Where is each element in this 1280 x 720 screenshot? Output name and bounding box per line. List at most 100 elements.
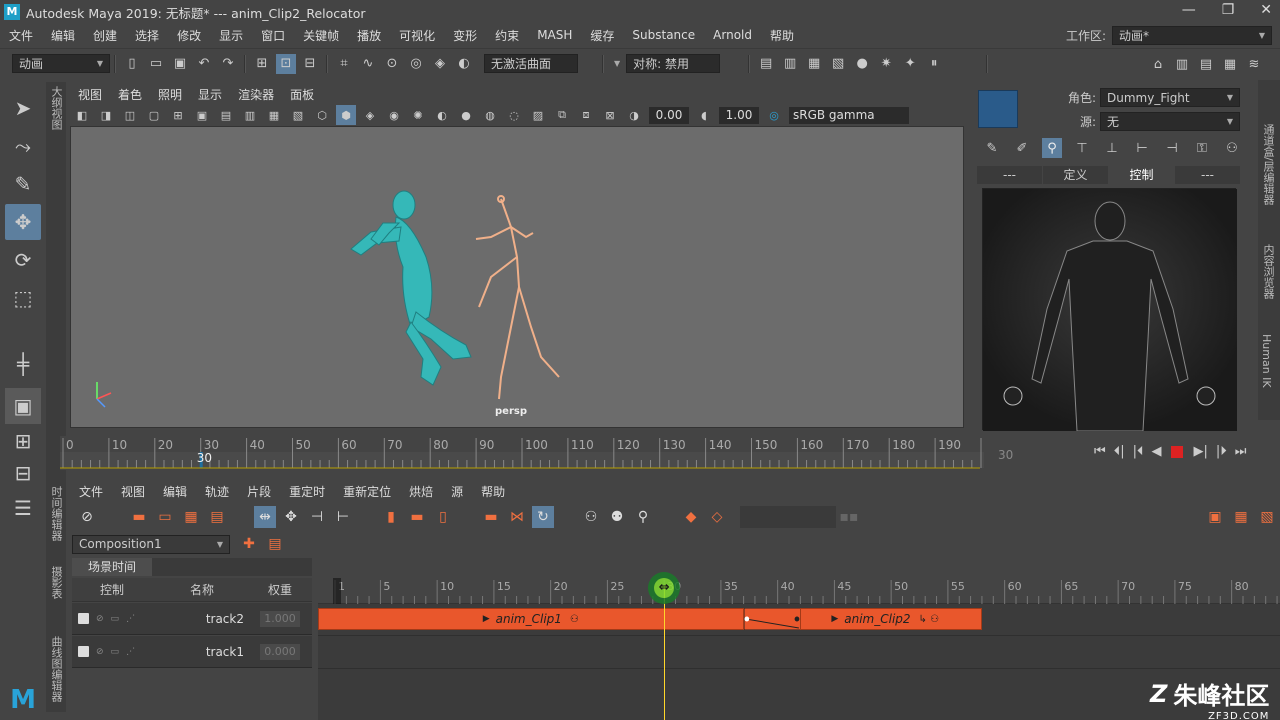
ao-icon[interactable]: ● xyxy=(456,105,476,125)
menu-visualize[interactable]: 可视化 xyxy=(390,27,444,44)
mute-icon[interactable]: ⊘ xyxy=(96,614,104,624)
four-pane-layout-icon[interactable]: ⊞ xyxy=(5,426,41,456)
render-settings-icon[interactable]: ▧ xyxy=(828,54,848,74)
close-button[interactable]: ✕ xyxy=(1260,2,1272,18)
composition-dropdown[interactable]: Composition1 ▼ xyxy=(72,534,230,554)
track-row[interactable]: ⊘ ▭ ⋰ track2 1.000 xyxy=(72,603,312,635)
arnold-ipr-icon[interactable]: ✦ xyxy=(900,54,920,74)
select-object-icon[interactable]: ⊡ xyxy=(276,53,296,74)
textured-icon[interactable]: ◉ xyxy=(384,105,404,125)
menu-key[interactable]: 关键帧 xyxy=(294,27,348,44)
menu-help[interactable]: 帮助 xyxy=(761,27,803,44)
hik-edit-icon[interactable]: ✐ xyxy=(1012,138,1032,158)
color-management-icon[interactable]: ◎ xyxy=(764,105,784,125)
snap-point-icon[interactable]: ⊙ xyxy=(382,54,402,74)
exposure-icon[interactable]: ◑ xyxy=(624,105,644,125)
trim-start-icon[interactable]: ⊣ xyxy=(306,506,328,528)
symmetry-dropdown[interactable]: 对称: 禁用 xyxy=(626,54,721,73)
hik-tab-controls[interactable]: 控制 xyxy=(1109,166,1174,184)
gamma-field[interactable]: 1.00 xyxy=(719,106,759,124)
arnold-render-icon[interactable]: ✷ xyxy=(876,54,896,74)
create-clip-icon[interactable]: ▬ xyxy=(128,506,150,528)
select-tool-icon[interactable]: ➤ xyxy=(5,90,41,126)
group-icon[interactable]: ▦ xyxy=(180,506,202,528)
lasso-tool-icon[interactable]: ⤳ xyxy=(5,128,41,164)
select-component-icon[interactable]: ⊟ xyxy=(300,54,320,74)
new-scene-icon[interactable]: ▯ xyxy=(122,54,142,74)
vp-menu-lighting[interactable]: 照明 xyxy=(150,86,190,103)
hik-fk-icon[interactable]: ⊥ xyxy=(1102,138,1122,158)
pause-icon[interactable]: ⏸ xyxy=(924,54,944,74)
menu-cache[interactable]: 缓存 xyxy=(581,27,623,44)
step-back-key-icon[interactable]: |⏴ xyxy=(1133,444,1144,459)
add-composition-icon[interactable]: ✚ xyxy=(238,533,260,555)
outliner-tab[interactable]: 大纲视图 xyxy=(46,82,66,134)
gamma-icon[interactable]: ◖ xyxy=(694,105,714,125)
menu-playback[interactable]: 播放 xyxy=(348,27,390,44)
menu-substance[interactable]: Substance xyxy=(623,28,704,42)
go-to-end-icon[interactable]: ⏭ xyxy=(1235,444,1247,459)
step-forward-key-icon[interactable]: ▶| xyxy=(1193,444,1207,459)
snap-live-icon[interactable]: ◐ xyxy=(454,54,474,74)
key-clip-icon[interactable]: ◆ xyxy=(680,506,702,528)
scale-tool-icon[interactable]: ⬚ xyxy=(5,280,41,316)
move-clip-icon[interactable]: ⇹ xyxy=(254,506,276,528)
resolution-gate-icon[interactable]: ▤ xyxy=(216,105,236,125)
outliner-layout-icon[interactable]: ☰ xyxy=(5,490,41,526)
hik-tab-3[interactable]: --- xyxy=(1175,166,1240,184)
hold-clip-icon[interactable]: ▬ xyxy=(406,506,428,528)
menu-file[interactable]: 文件 xyxy=(0,27,42,44)
grid-icon[interactable]: ⊞ xyxy=(168,105,188,125)
track2-lane[interactable]: ▶ anim_Clip1 ⚇ ▶ anim_Clip2 ↳ ⚇ xyxy=(318,604,1280,636)
hik-reach-icon[interactable]: ⊣ xyxy=(1162,138,1182,158)
hik-pin-icon[interactable]: ✎ xyxy=(982,138,1002,158)
step-forward-frame-icon[interactable]: |⏵ xyxy=(1216,444,1227,459)
te-menu-track[interactable]: 轨迹 xyxy=(196,483,238,500)
menu-edit[interactable]: 编辑 xyxy=(42,27,84,44)
te-menu-retime[interactable]: 重定时 xyxy=(280,483,334,500)
snap-view-icon[interactable]: ◎ xyxy=(406,54,426,74)
snap-curve-icon[interactable]: ∿ xyxy=(358,54,378,74)
field-chart-icon[interactable]: ▦ xyxy=(264,105,284,125)
ungroup-icon[interactable]: ▤ xyxy=(206,506,228,528)
tool-settings-icon[interactable]: ▤ xyxy=(1196,54,1216,74)
solo-icon[interactable]: ▭ xyxy=(111,614,120,624)
attribute-editor-icon[interactable]: ▥ xyxy=(1172,54,1192,74)
smooth-shade-icon[interactable]: ⬢ xyxy=(336,105,356,125)
render-frame-icon[interactable]: ▥ xyxy=(780,54,800,74)
track-weight-field[interactable]: 0.000 xyxy=(260,643,300,660)
viewport-persp[interactable] xyxy=(70,126,964,428)
character-dropdown[interactable]: Dummy_Fight ▼ xyxy=(1100,88,1240,107)
frame-all-icon[interactable]: ▣ xyxy=(1204,506,1226,528)
snap-grid-icon[interactable]: ⌗ xyxy=(334,54,354,74)
scene-time-tab[interactable]: 场景时间 xyxy=(72,558,153,576)
last-tool-icon[interactable]: ╪ xyxy=(5,346,41,382)
menu-arnold[interactable]: Arnold xyxy=(704,28,761,42)
track-weight-field[interactable]: 1.000 xyxy=(260,610,300,627)
menu-modify[interactable]: 修改 xyxy=(168,27,210,44)
blend-clip-icon[interactable]: ▬ xyxy=(480,506,502,528)
menu-create[interactable]: 创建 xyxy=(84,27,126,44)
clip-anim-clip2[interactable]: ▶ anim_Clip2 ↳ ⚇ xyxy=(800,608,982,630)
time-editor-ruler[interactable]: 15101520253035404550556065707580 xyxy=(318,578,1280,604)
gate-mask-icon[interactable]: ▥ xyxy=(240,105,260,125)
modeling-toolkit-icon[interactable]: ⌂ xyxy=(1148,54,1168,74)
menu-deform[interactable]: 变形 xyxy=(444,27,486,44)
color-space-field[interactable]: sRGB gamma xyxy=(789,106,909,124)
film-gate-icon[interactable]: ▣ xyxy=(192,105,212,125)
step-back-frame-icon[interactable]: ⏴| xyxy=(1114,444,1125,459)
trim-end-icon[interactable]: ⊢ xyxy=(332,506,354,528)
vp-menu-panels[interactable]: 面板 xyxy=(282,86,322,103)
relocator-icon[interactable]: ↻ xyxy=(532,506,554,528)
channel-box-tab[interactable]: 通道盒/层编辑器 xyxy=(1258,120,1278,209)
te-menu-view[interactable]: 视图 xyxy=(112,483,154,500)
playhead-handle[interactable]: ⇔ xyxy=(648,572,681,604)
menu-windows[interactable]: 窗口 xyxy=(252,27,294,44)
paint-select-tool-icon[interactable]: ✎ xyxy=(5,166,41,202)
mute-icon[interactable]: ⊘ xyxy=(76,506,98,528)
isolate-icon[interactable]: ▨ xyxy=(528,105,548,125)
hik-character-icon[interactable] xyxy=(978,90,1018,128)
single-pane-layout-icon[interactable]: ▣ xyxy=(5,388,41,424)
current-frame-field[interactable]: 30 xyxy=(990,444,1084,466)
xray-joints-icon[interactable]: ⧈ xyxy=(576,105,596,125)
